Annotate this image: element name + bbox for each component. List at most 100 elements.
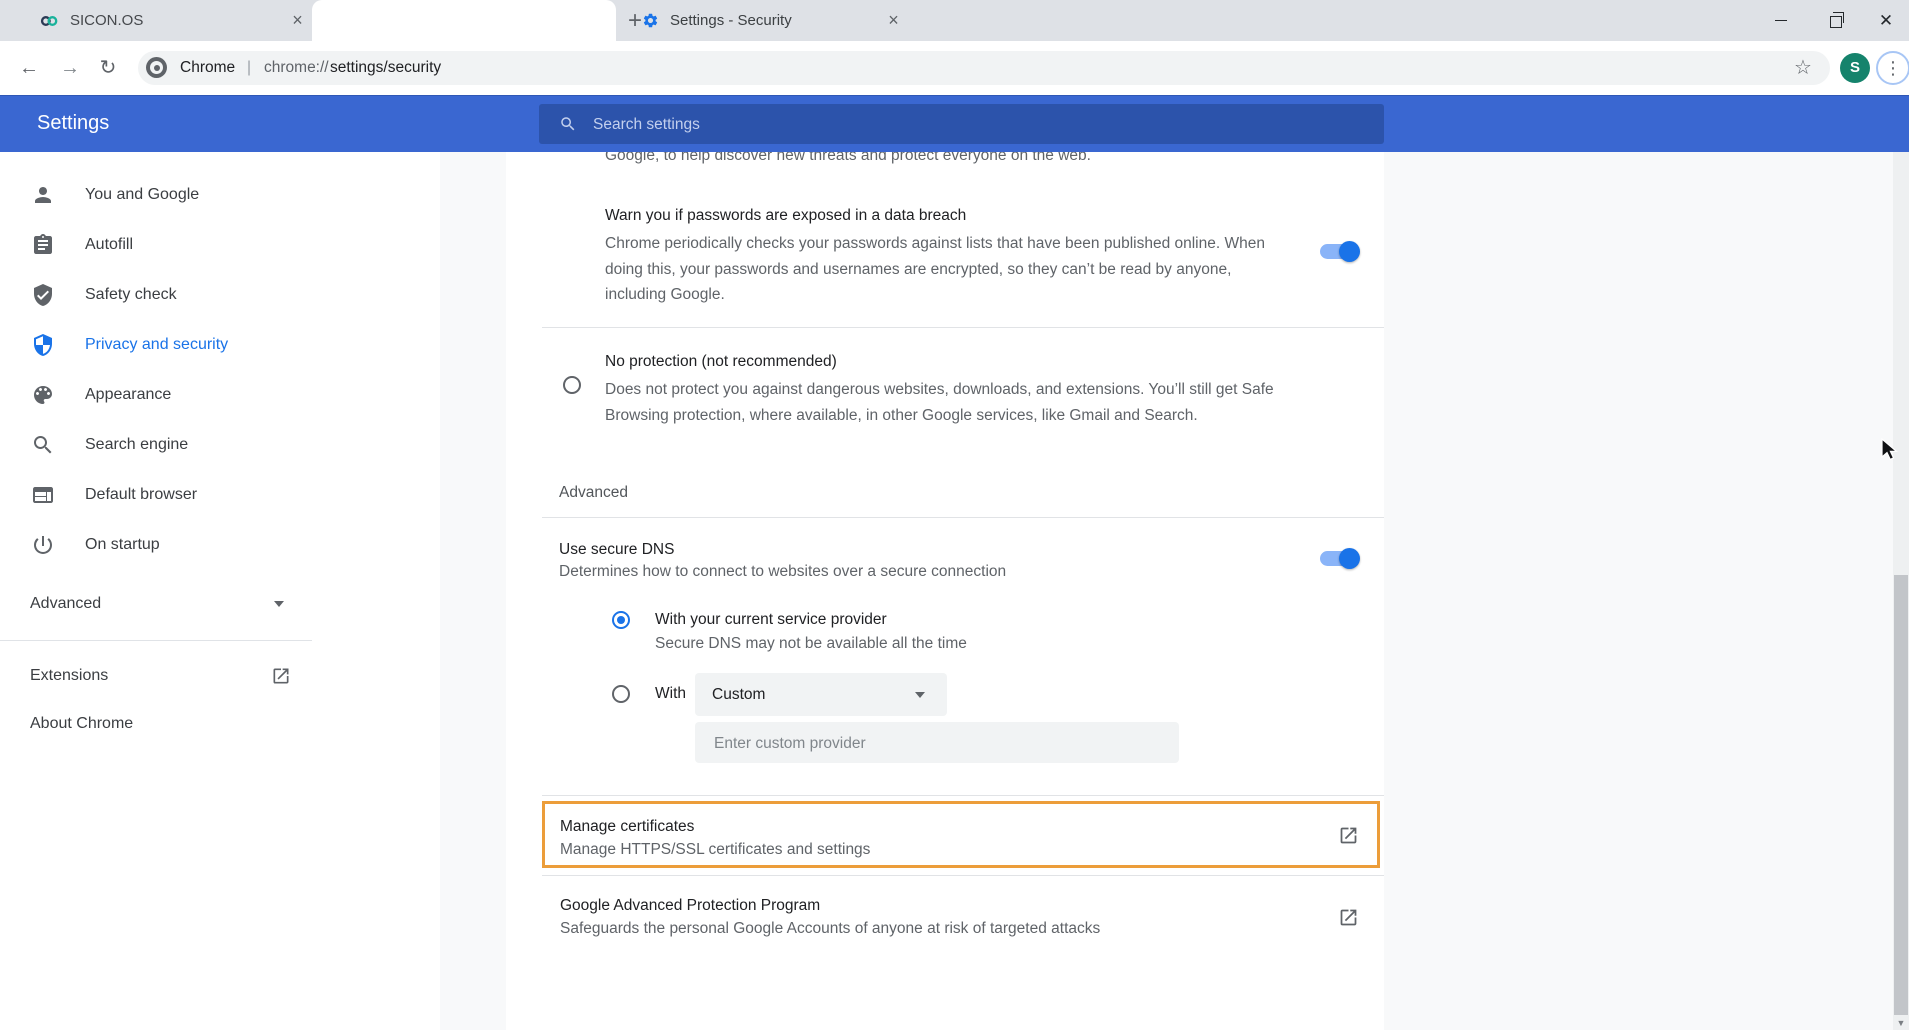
reload-button[interactable]: ↻: [96, 55, 120, 81]
manage-certificates-description: Manage HTTPS/SSL certificates and settin…: [560, 840, 870, 860]
sidebar-item-extensions[interactable]: Extensions: [0, 651, 380, 701]
scrollbar-down-arrow[interactable]: ▼: [1893, 1016, 1909, 1030]
shield-check-icon: [31, 283, 55, 307]
search-settings-input[interactable]: [591, 104, 1365, 146]
extensions-label: Extensions: [30, 651, 108, 701]
power-icon: [31, 533, 55, 557]
page-title: Settings: [37, 95, 109, 152]
settings-search-box[interactable]: [539, 104, 1384, 144]
window-close-button[interactable]: ✕: [1863, 0, 1909, 41]
palette-icon: [31, 383, 55, 407]
external-link-icon[interactable]: [1338, 825, 1359, 846]
sidebar-item-label: On startup: [85, 520, 160, 570]
browser-menu-button[interactable]: ⋮: [1876, 51, 1909, 85]
window-restore-button[interactable]: [1813, 0, 1859, 41]
no-protection-title: No protection (not recommended): [605, 352, 837, 372]
sidebar-item-label: Search engine: [85, 420, 188, 470]
bookmark-star-icon[interactable]: ☆: [1794, 55, 1812, 80]
row-divider: [542, 327, 1384, 328]
advanced-protection-title: Google Advanced Protection Program: [560, 896, 820, 916]
password-breach-toggle[interactable]: [1320, 244, 1358, 259]
sidebar-item-default-browser[interactable]: Default browser: [0, 470, 380, 520]
sidebar-item-on-startup[interactable]: On startup: [0, 520, 380, 570]
external-link-icon[interactable]: [1338, 907, 1359, 928]
browser-window: SICON.OS × Settings - Security × + ✕ ← →…: [0, 0, 1909, 1030]
back-button[interactable]: ←: [17, 55, 41, 81]
right-gutter: [1384, 152, 1893, 1030]
scrollbar-thumb[interactable]: [1894, 575, 1908, 1015]
chevron-down-icon: [915, 692, 925, 698]
radio-dot: [617, 616, 625, 624]
secure-dns-toggle[interactable]: [1320, 551, 1358, 566]
left-gutter: [440, 152, 506, 1030]
url-path: settings/security: [330, 51, 441, 85]
person-icon: [31, 183, 55, 207]
sidebar-item-autofill[interactable]: Autofill: [0, 220, 380, 270]
password-breach-description: Chrome periodically checks your password…: [605, 231, 1267, 308]
select-value: Custom: [712, 673, 765, 716]
chevron-down-icon: [274, 601, 284, 607]
sidebar-item-appearance[interactable]: Appearance: [0, 370, 380, 420]
new-tab-button[interactable]: +: [628, 8, 642, 34]
sidebar-item-search-engine[interactable]: Search engine: [0, 420, 380, 470]
sidebar-item-you-and-google[interactable]: You and Google: [0, 170, 380, 220]
advanced-section-header: Advanced: [559, 483, 628, 503]
sidebar-divider: [0, 640, 312, 641]
section-divider: [542, 517, 1384, 518]
sidebar-item-about-chrome[interactable]: About Chrome: [0, 699, 380, 749]
sicon-favicon-icon: [40, 12, 58, 30]
security-shield-icon: [31, 333, 55, 357]
tab-close-icon[interactable]: ×: [288, 11, 307, 30]
toggle-thumb: [1339, 241, 1360, 262]
about-chrome-label: About Chrome: [30, 699, 133, 749]
dns-provider-label: With your current service provider: [655, 610, 887, 630]
dns-provider-sublabel: Secure DNS may not be available all the …: [655, 634, 967, 654]
minimize-icon: [1775, 20, 1787, 21]
sidebar-item-safety-check[interactable]: Safety check: [0, 270, 380, 320]
mouse-cursor: [1880, 438, 1902, 462]
url-scheme: chrome://: [264, 51, 329, 85]
external-link-icon: [271, 666, 291, 686]
page-label: Chrome: [180, 51, 235, 85]
clipboard-icon: [31, 233, 55, 257]
custom-provider-field[interactable]: [695, 722, 1179, 763]
tab-title: Settings - Security: [670, 0, 792, 41]
search-icon: [559, 115, 577, 133]
tab-sicon-os[interactable]: SICON.OS ×: [12, 0, 308, 41]
dns-custom-label: With: [655, 684, 686, 704]
restore-icon: [1830, 16, 1842, 28]
browser-window-icon: [31, 483, 55, 507]
password-breach-title: Warn you if passwords are exposed in a d…: [605, 206, 966, 226]
gear-favicon-icon: [642, 12, 659, 29]
tab-title: SICON.OS: [70, 0, 143, 41]
toggle-thumb: [1339, 548, 1360, 569]
advanced-protection-description: Safeguards the personal Google Accounts …: [560, 919, 1100, 939]
forward-button[interactable]: →: [58, 55, 82, 81]
secure-dns-title: Use secure DNS: [559, 540, 674, 560]
sidebar-item-label: Appearance: [85, 370, 171, 420]
magnifier-icon: [31, 433, 55, 457]
no-protection-description: Does not protect you against dangerous w…: [605, 377, 1313, 428]
tab-settings-security[interactable]: Settings - Security ×: [312, 0, 616, 41]
no-protection-radio[interactable]: [563, 376, 581, 394]
dns-provider-select[interactable]: Custom: [695, 673, 947, 716]
tab-strip: SICON.OS × Settings - Security × + ✕: [0, 0, 1909, 41]
row-divider: [542, 795, 1384, 796]
close-icon: ✕: [1879, 12, 1893, 29]
sidebar-advanced-toggle[interactable]: Advanced: [0, 579, 380, 629]
secure-dns-description: Determines how to connect to websites ov…: [559, 562, 1006, 582]
advanced-label: Advanced: [30, 579, 101, 629]
sidebar-item-label: You and Google: [85, 170, 199, 220]
dns-provider-radio[interactable]: [612, 611, 630, 629]
chrome-page-icon: [146, 57, 167, 78]
row-divider: [542, 875, 1384, 876]
sidebar-item-label: Safety check: [85, 270, 177, 320]
sidebar-item-privacy-and-security[interactable]: Privacy and security: [0, 320, 380, 370]
profile-avatar[interactable]: S: [1840, 53, 1870, 83]
dns-custom-radio[interactable]: [612, 685, 630, 703]
window-minimize-button[interactable]: [1758, 0, 1804, 41]
tab-close-icon[interactable]: ×: [884, 11, 903, 30]
sidebar-item-label: Autofill: [85, 220, 133, 270]
sidebar-item-label: Privacy and security: [85, 320, 228, 370]
custom-provider-input[interactable]: [712, 722, 1166, 765]
